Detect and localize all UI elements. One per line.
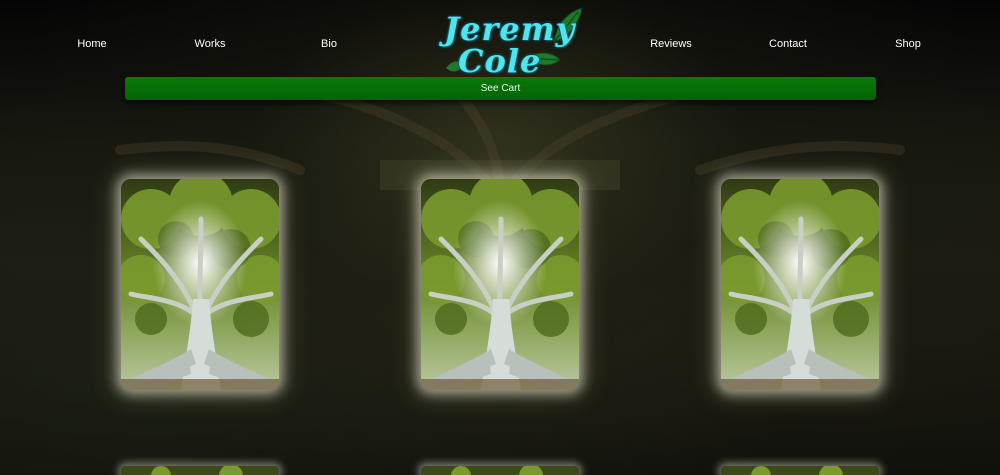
logo-text-last: Cole [458, 42, 542, 80]
product-card[interactable] [721, 179, 879, 390]
nav-shop[interactable]: Shop [848, 38, 968, 50]
top-navigation: Home Works Bio Reviews Contact Shop Jere… [0, 0, 1000, 80]
nav-works[interactable]: Works [150, 38, 270, 50]
product-card[interactable] [721, 466, 879, 475]
product-card[interactable] [121, 179, 279, 390]
nav-home[interactable]: Home [32, 38, 152, 50]
nav-reviews[interactable]: Reviews [611, 38, 731, 50]
nav-contact[interactable]: Contact [728, 38, 848, 50]
tree-image [721, 466, 879, 475]
tree-image [721, 179, 879, 390]
product-card[interactable] [421, 179, 579, 390]
page: Home Works Bio Reviews Contact Shop Jere… [0, 0, 1000, 475]
site-logo[interactable]: Jeremy Cole [440, 6, 590, 80]
nav-bio[interactable]: Bio [269, 38, 389, 50]
tree-image [121, 466, 279, 475]
product-card[interactable] [121, 466, 279, 475]
tree-image [121, 179, 279, 390]
product-card[interactable] [421, 466, 579, 475]
tree-image [421, 466, 579, 475]
see-cart-button[interactable]: See Cart [125, 77, 876, 100]
tree-image [421, 179, 579, 390]
